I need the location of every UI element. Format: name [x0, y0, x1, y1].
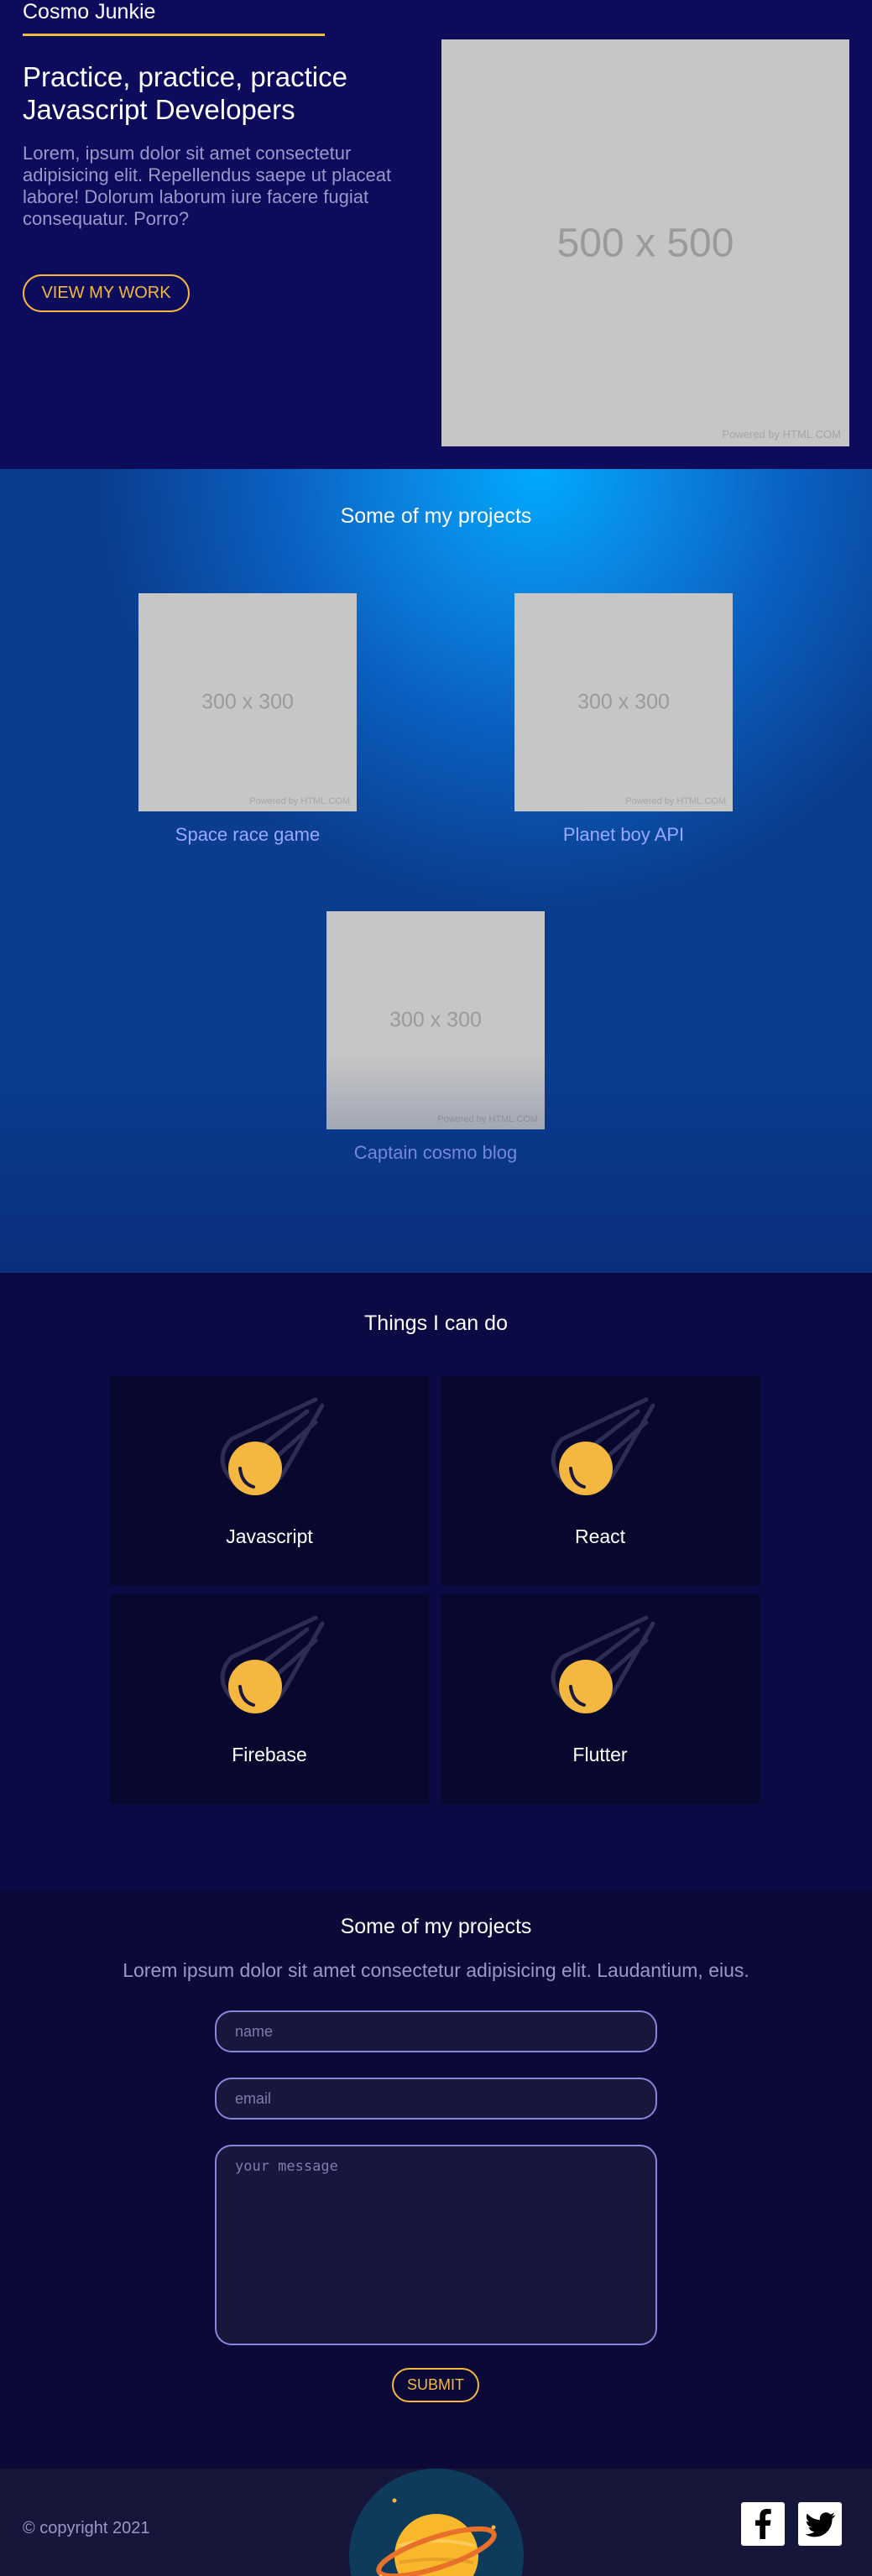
hero-image-credit: Powered by HTML.COM: [722, 428, 841, 441]
hero-section: Cosmo Junkie Practice, practice, practic…: [0, 0, 872, 469]
email-input[interactable]: [215, 2078, 657, 2120]
meteor-icon: [551, 1397, 655, 1495]
skill-name: Flutter: [572, 1744, 628, 1765]
project-image-label: 300 x 300: [201, 690, 294, 714]
project-image-credit: Powered by HTML.COM: [625, 796, 726, 806]
project-link-planet-boy-api[interactable]: Planet boy API: [514, 824, 733, 846]
project-card: 300 x 300 Powered by HTML.COM Space race…: [138, 593, 357, 846]
submit-button[interactable]: SUBMIT: [392, 2368, 479, 2402]
name-input[interactable]: [215, 2010, 657, 2052]
project-link-space-race-game[interactable]: Space race game: [138, 824, 357, 846]
skill-name: Firebase: [232, 1744, 307, 1765]
contact-section: Some of my projects Lorem ipsum dolor si…: [0, 1890, 872, 2469]
contact-title: Some of my projects: [340, 1915, 532, 1938]
meteor-icon: [551, 1615, 655, 1713]
facebook-icon: [755, 2509, 771, 2539]
projects-title: Some of my projects: [340, 504, 532, 528]
skill-card-firebase: Firebase: [110, 1594, 429, 1804]
hero-image-placeholder: 500 x 500 Powered by HTML.COM: [441, 39, 849, 446]
footer: © copyright 2021: [0, 2469, 872, 2576]
saturn-icon: [349, 2469, 524, 2576]
project-image-placeholder[interactable]: 300 x 300 Powered by HTML.COM: [326, 911, 545, 1129]
project-link-captain-cosmo-blog[interactable]: Captain cosmo blog: [326, 1142, 545, 1164]
project-image-placeholder[interactable]: 300 x 300 Powered by HTML.COM: [514, 593, 733, 811]
hero-text: Lorem, ipsum dolor sit amet consectetur …: [23, 143, 392, 229]
meteor-icon: [220, 1615, 325, 1713]
message-textarea[interactable]: [215, 2145, 657, 2345]
skill-name: React: [574, 1525, 626, 1547]
skill-name: Javascript: [226, 1525, 313, 1547]
view-my-work-button[interactable]: VIEW MY WORK: [23, 274, 190, 312]
meteor-icon: [220, 1397, 325, 1495]
project-card: 300 x 300 Powered by HTML.COM Planet boy…: [514, 593, 733, 846]
twitter-icon: [805, 2512, 836, 2537]
project-image-label: 300 x 300: [577, 690, 670, 714]
project-image-label: 300 x 300: [389, 1008, 482, 1032]
skills-title: Things I can do: [364, 1311, 508, 1335]
skill-card-flutter: Flutter: [441, 1594, 760, 1804]
skill-card-javascript: Javascript: [110, 1376, 429, 1586]
facebook-link[interactable]: [741, 2502, 785, 2546]
project-image-placeholder[interactable]: 300 x 300 Powered by HTML.COM: [138, 593, 357, 811]
copyright-text: © copyright 2021: [23, 2519, 150, 2537]
brand-underline: [23, 34, 325, 36]
twitter-link[interactable]: [798, 2502, 842, 2546]
project-card: 300 x 300 Powered by HTML.COM Captain co…: [326, 911, 545, 1164]
skills-section: Things I can do Javascript React Firebas…: [0, 1273, 872, 1890]
contact-subtitle: Lorem ipsum dolor sit amet consectetur a…: [123, 1959, 749, 1981]
projects-section: Some of my projects 300 x 300 Powered by…: [0, 469, 872, 1273]
hero-image-label: 500 x 500: [556, 221, 734, 265]
project-image-credit: Powered by HTML.COM: [249, 796, 350, 806]
project-image-credit: Powered by HTML.COM: [437, 1114, 538, 1124]
brand-name[interactable]: Cosmo Junkie: [23, 0, 155, 24]
hero-title: Practice, practice, practice Javascript …: [23, 61, 347, 125]
skill-card-react: React: [441, 1376, 760, 1586]
